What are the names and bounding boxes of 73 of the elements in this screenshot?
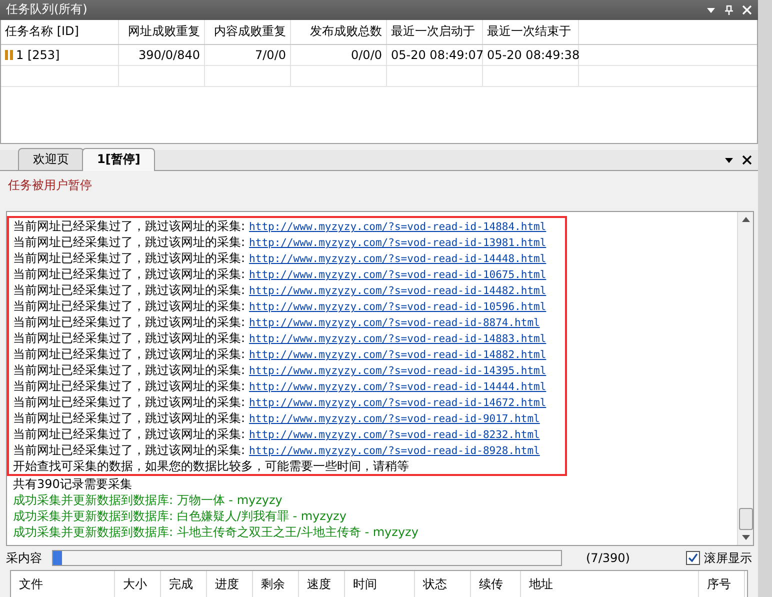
panel-title: 任务队列(所有) [6,1,88,18]
scroll-thumb[interactable] [738,508,752,530]
progress-reading: (7/390) [585,551,631,566]
log-link[interactable]: http://www.myzyzy.com/?s=vod-read-id-14448.html [249,253,546,266]
log-link[interactable]: http://www.myzyzy.com/?s=vod-read-id-13981.html [249,237,546,250]
column-header[interactable]: 最近一次结束于 [483,20,579,44]
log-line: 当前网址已经采集过了，跳过该网址的采集: [13,347,246,362]
log-link[interactable]: http://www.myzyzy.com/?s=vod-read-id-14672.html [249,397,546,410]
log-link[interactable]: http://www.myzyzy.com/?s=vod-read-id-14444.html [249,381,546,394]
tab[interactable]: 1[暂停] [82,148,156,172]
column-header[interactable]: 任务名称 [ID] [1,20,119,44]
log-line: 开始查找可采集的数据，如果您的数据比较多，可能需要一些时间，请稍等 [13,458,410,474]
log-line: 成功采集并更新数据到数据库: 白色嫌疑人/判我有罪 - myzyzy [13,508,348,524]
log-link[interactable]: http://www.myzyzy.com/?s=vod-read-id-9017.html [249,413,540,426]
log-line: 当前网址已经采集过了，跳过该网址的采集: [13,443,246,458]
table-cell: 05-20 08:49:07 [387,44,483,65]
checkmark-icon [688,553,698,564]
log-line: 当前网址已经采集过了，跳过该网址的采集: [13,267,246,282]
column-header[interactable]: 文件 [11,571,115,597]
scrollbar[interactable] [737,212,753,546]
log-line: 当前网址已经采集过了，跳过该网址的采集: [13,315,246,330]
log-link[interactable]: http://www.myzyzy.com/?s=vod-read-id-14882.html [249,349,546,362]
scroll-display-checkbox[interactable]: 滚屏显示 [686,550,752,567]
table-cell: 0/0/0 [291,44,387,65]
progress-label: 采内容 [6,550,42,567]
column-header[interactable]: 剩余 [253,571,299,597]
column-header[interactable]: 最近一次启动于 [387,20,483,44]
scroll-down-icon[interactable] [742,535,750,542]
log-line: 当前网址已经采集过了，跳过该网址的采集: [13,395,246,410]
log-link[interactable]: http://www.myzyzy.com/?s=vod-read-id-14395.html [249,365,546,378]
column-header[interactable]: 时间 [345,571,415,597]
column-header[interactable]: 完成 [161,571,207,597]
column-header[interactable]: 进度 [207,571,253,597]
log-line: 当前网址已经采集过了，跳过该网址的采集: [13,427,246,442]
column-header[interactable]: 网址成败重复 [119,20,205,44]
log-line: 共有390记录需要采集 [13,476,133,492]
log-line: 当前网址已经采集过了，跳过该网址的采集: [13,235,246,250]
close-icon[interactable] [742,155,752,166]
log-link[interactable]: http://www.myzyzy.com/?s=vod-read-id-10596.html [249,301,546,314]
column-header[interactable]: 续传 [471,571,521,597]
table-cell: 1 [253] [1,44,119,65]
table-cell: 7/0/0 [205,44,291,65]
column-header[interactable]: 地址 [521,571,699,597]
log-line: 当前网址已经采集过了，跳过该网址的采集: [13,299,246,314]
log-line: 当前网址已经采集过了，跳过该网址的采集: [13,363,246,378]
column-header[interactable]: 大小 [115,571,161,597]
status-message: 任务被用户暂停 [7,177,93,194]
log-link[interactable]: http://www.myzyzy.com/?s=vod-read-id-8874.html [249,317,540,330]
tab[interactable]: 欢迎页 [18,148,84,170]
log-link[interactable]: http://www.myzyzy.com/?s=vod-read-id-14482.html [249,285,546,298]
dropdown-icon[interactable] [724,155,734,166]
log-link[interactable]: http://www.myzyzy.com/?s=vod-read-id-10675.html [249,269,546,282]
pin-icon[interactable] [724,4,734,15]
scroll-up-icon[interactable] [742,216,750,222]
column-header[interactable]: 序号 [699,571,745,597]
log-line: 当前网址已经采集过了，跳过该网址的采集: [13,379,246,394]
column-header[interactable]: 内容成败重复 [205,20,291,44]
column-header[interactable]: 状态 [415,571,471,597]
log-line: 当前网址已经采集过了，跳过该网址的采集: [13,411,246,426]
log-line: 当前网址已经采集过了，跳过该网址的采集: [13,283,246,298]
table-cell: 05-20 08:49:38 [483,44,579,65]
log-link[interactable]: http://www.myzyzy.com/?s=vod-read-id-8232.html [249,429,540,442]
table-cell: 390/0/840 [119,44,205,65]
column-header[interactable]: 发布成败总数 [291,20,387,44]
log-link[interactable]: http://www.myzyzy.com/?s=vod-read-id-14884.html [249,221,546,234]
log-line: 成功采集并更新数据到数据库: 万物一体 - myzyzy [13,492,284,508]
log-link[interactable]: http://www.myzyzy.com/?s=vod-read-id-8928.html [249,445,540,458]
log-link[interactable]: http://www.myzyzy.com/?s=vod-read-id-14883.html [249,333,546,346]
log-line: 当前网址已经采集过了，跳过该网址的采集: [13,251,246,266]
log-line: 当前网址已经采集过了，跳过该网址的采集: [13,331,246,346]
log-line: 成功采集并更新数据到数据库: 斗地主传奇之双王之王/斗地主传奇 - myzyzy [13,524,420,540]
column-header[interactable]: 速度 [299,571,345,597]
log-line: 当前网址已经采集过了，跳过该网址的采集: [13,219,246,234]
